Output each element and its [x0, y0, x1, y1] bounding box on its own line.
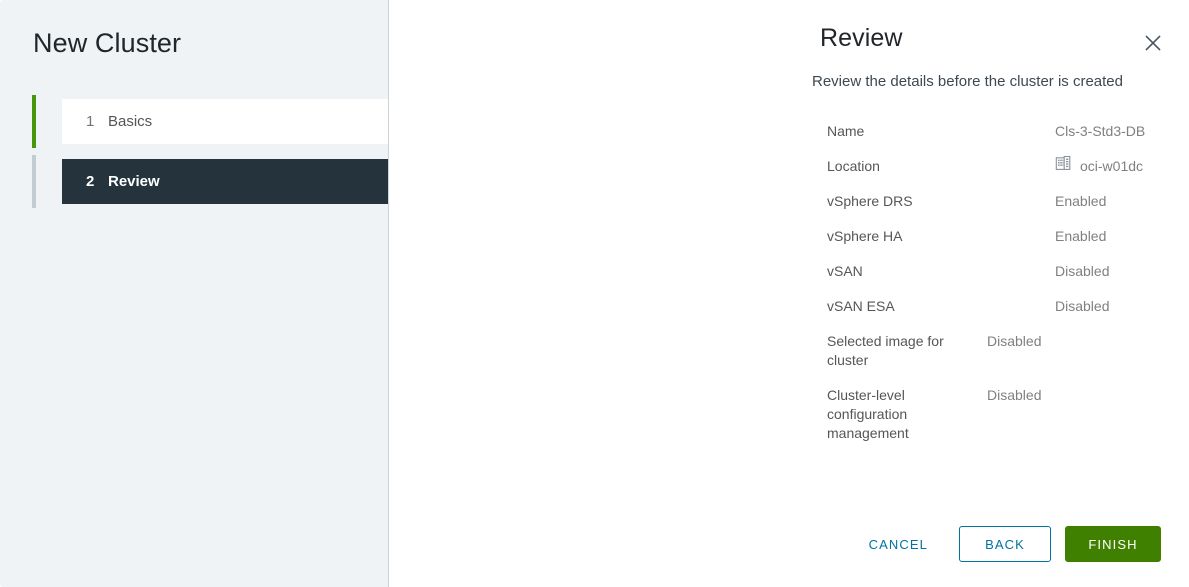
summary-value-vsphere-drs: Enabled — [1055, 192, 1149, 211]
summary-value-selected-image-text: Disabled — [987, 333, 1042, 349]
page-title: Review — [820, 24, 903, 52]
summary-row-name: Name Cls-3-Std3-DB — [827, 122, 1149, 141]
summary-row-vsan-esa: vSAN ESA Disabled — [827, 297, 1149, 316]
wizard-step-review-number: 2 — [86, 173, 95, 190]
back-button[interactable]: BACK — [959, 526, 1051, 562]
summary-label-cluster-config-mgmt: Cluster-level configuration management — [827, 387, 909, 441]
wizard-main-panel: Review Review the details before the clu… — [389, 0, 1189, 587]
summary-label-location: Location — [827, 158, 880, 174]
summary-value-location: oci-w01dc — [1055, 155, 1149, 176]
wizard-step-basics[interactable]: 1 Basics — [32, 95, 388, 148]
wizard-step-list: 1 Basics 2 Review — [32, 95, 388, 208]
summary-label-name: Name — [827, 123, 865, 139]
summary-row-vsan: vSAN Disabled — [827, 262, 1149, 281]
close-icon — [1144, 34, 1162, 52]
page-subtitle: Review the details before the cluster is… — [812, 73, 1123, 90]
summary-row-vsphere-drs: vSphere DRS Enabled — [827, 192, 1149, 211]
wizard-step-review-label: Review — [108, 173, 160, 190]
summary-value-vsan-esa: Disabled — [1055, 297, 1149, 316]
summary-row-selected-image: Selected image for cluster Disabled — [827, 332, 1149, 370]
wizard-step-review[interactable]: 2 Review — [32, 155, 388, 208]
wizard-nav-panel: New Cluster 1 Basics 2 Review — [0, 0, 389, 587]
summary-label-vsan: vSAN — [827, 263, 863, 279]
summary-value-vsan-text: Disabled — [1055, 263, 1110, 279]
cancel-button[interactable]: CANCEL — [852, 526, 945, 562]
summary-value-name: Cls-3-Std3-DB — [1055, 122, 1149, 141]
summary-row-vsphere-ha: vSphere HA Enabled — [827, 227, 1149, 246]
wizard-step-basics-number: 1 — [86, 113, 95, 130]
summary-value-location-text: oci-w01dc — [1080, 158, 1144, 174]
summary-value-cluster-config-mgmt-text: Disabled — [987, 387, 1042, 403]
summary-label-vsphere-drs: vSphere DRS — [827, 193, 913, 209]
summary-value-vsan: Disabled — [1055, 262, 1149, 281]
wizard-title: New Cluster — [33, 28, 182, 58]
close-button[interactable] — [1137, 27, 1169, 59]
summary-value-name-text: Cls-3-Std3-DB — [1055, 123, 1146, 139]
summary-row-cluster-config-mgmt: Cluster-level configuration management D… — [827, 386, 1149, 443]
new-cluster-wizard: New Cluster 1 Basics 2 Review Review Rev… — [0, 0, 1189, 587]
summary-value-selected-image: Disabled — [987, 332, 1149, 351]
summary-label-selected-image: Selected image for cluster — [827, 333, 944, 368]
summary-value-vsphere-ha: Enabled — [1055, 227, 1149, 246]
datacenter-icon — [1055, 155, 1072, 172]
cluster-summary-list: Name Cls-3-Std3-DB Location oci-w01dc vS… — [827, 122, 1149, 459]
summary-label-vsphere-ha: vSphere HA — [827, 228, 903, 244]
wizard-step-basics-body[interactable]: 1 Basics — [62, 99, 388, 144]
summary-value-vsphere-drs-text: Enabled — [1055, 193, 1107, 209]
summary-value-cluster-config-mgmt: Disabled — [987, 386, 1149, 405]
wizard-step-review-body[interactable]: 2 Review — [62, 159, 388, 204]
summary-row-location: Location oci-w01dc — [827, 155, 1149, 176]
wizard-step-basics-label: Basics — [108, 113, 153, 130]
summary-value-vsan-esa-text: Disabled — [1055, 298, 1110, 314]
summary-label-vsan-esa: vSAN ESA — [827, 298, 895, 314]
summary-value-vsphere-ha-text: Enabled — [1055, 228, 1107, 244]
wizard-footer: CANCEL BACK FINISH — [852, 526, 1161, 562]
finish-button[interactable]: FINISH — [1065, 526, 1161, 562]
